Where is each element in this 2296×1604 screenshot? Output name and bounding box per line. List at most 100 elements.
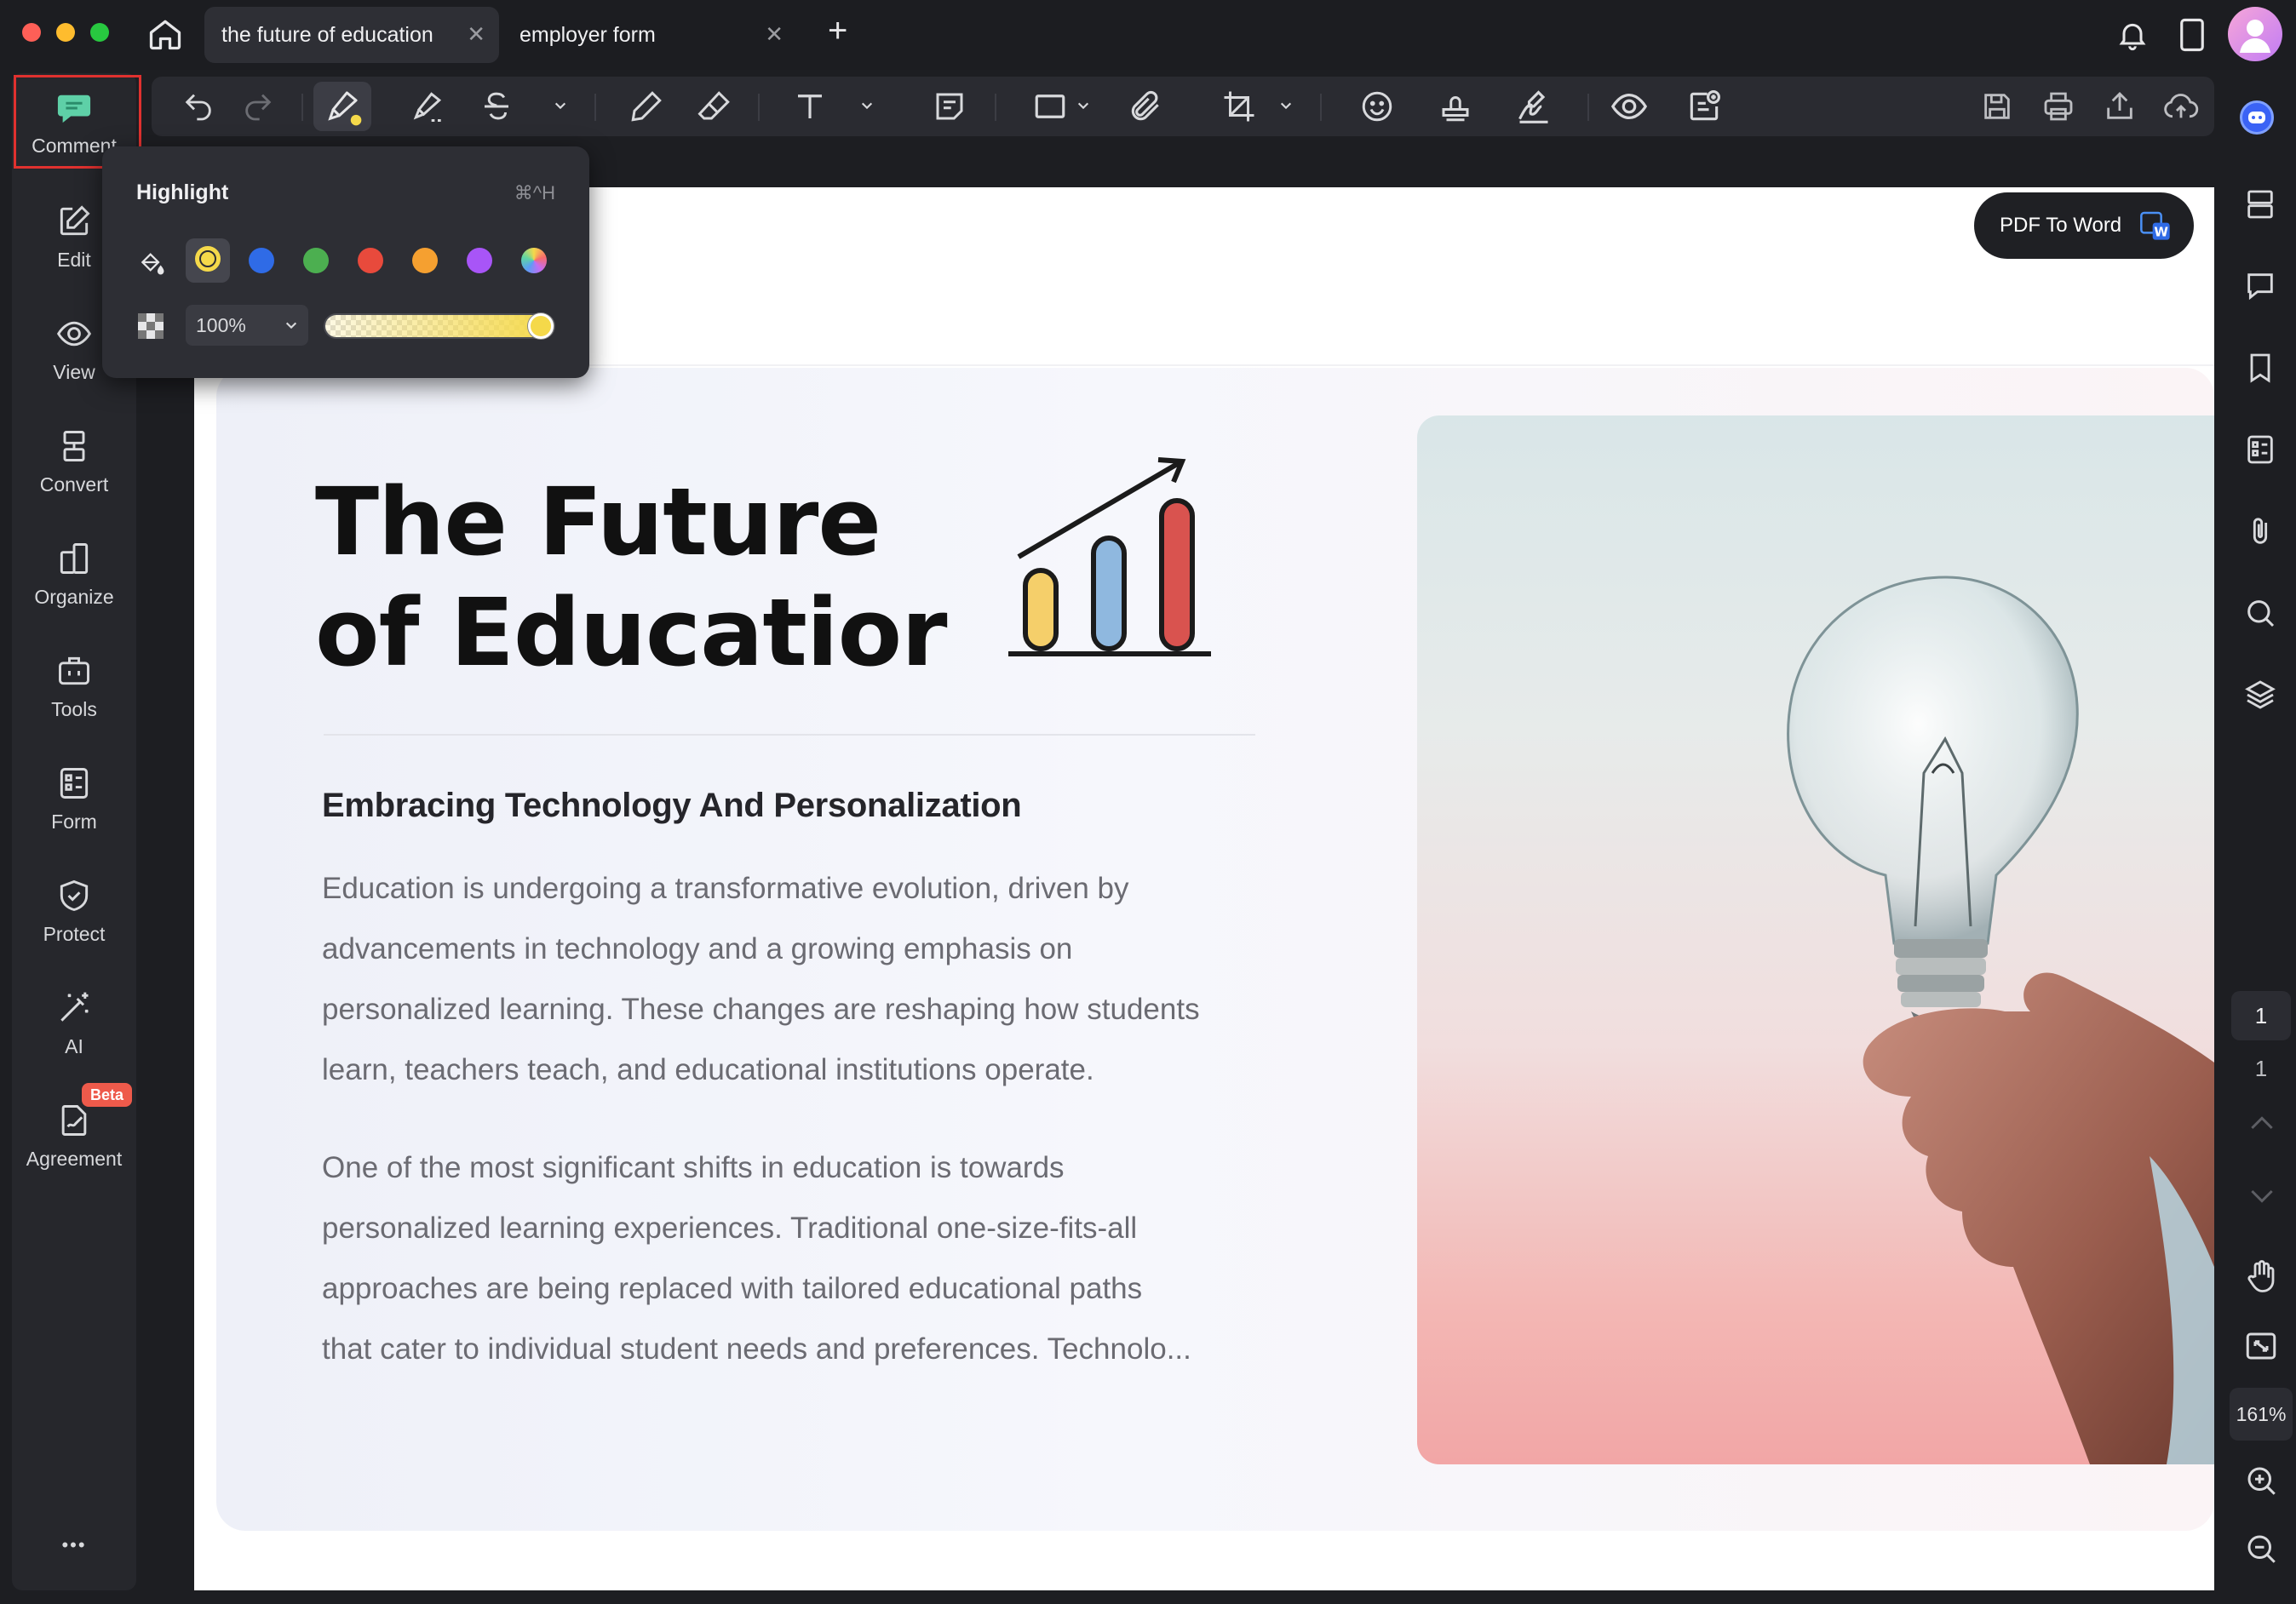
cloud-upload-icon[interactable]	[2160, 85, 2202, 128]
agreement-icon	[55, 1102, 93, 1139]
current-page-input[interactable]: 1	[2231, 991, 2291, 1040]
beta-badge: Beta	[82, 1083, 133, 1107]
sidebar-item-label: Tools	[51, 698, 97, 720]
color-swatch-orange[interactable]	[412, 248, 438, 273]
sidebar-item-convert[interactable]: Convert	[12, 419, 136, 519]
sidebar-item-label: Protect	[43, 923, 106, 945]
custom-color-picker[interactable]	[521, 248, 547, 273]
close-tab-icon[interactable]: ✕	[467, 21, 485, 48]
avatar[interactable]	[2228, 7, 2282, 61]
sidebar-item-label: View	[53, 361, 95, 383]
comments-panel-icon[interactable]	[2243, 269, 2277, 303]
chevron-down-icon[interactable]	[1076, 99, 1090, 112]
more-button[interactable]: •••	[12, 1534, 136, 1556]
tab-the-future-of-education[interactable]: the future of education ✕	[204, 7, 499, 63]
notification-bell-icon[interactable]	[2115, 17, 2150, 53]
redo-icon[interactable]	[237, 85, 279, 128]
chevron-down-icon[interactable]	[554, 99, 567, 112]
organize-icon	[55, 540, 93, 577]
chevron-up-icon[interactable]	[2245, 1107, 2279, 1141]
chevron-down-icon	[284, 318, 298, 332]
layers-icon[interactable]	[2243, 678, 2277, 712]
area-highlight-icon[interactable]	[407, 85, 450, 128]
highlight-tool-button[interactable]	[313, 82, 371, 131]
sidebar-item-label: Edit	[57, 249, 91, 271]
color-swatch-green[interactable]	[303, 248, 329, 273]
color-swatch-red[interactable]	[358, 248, 383, 273]
attachment-icon[interactable]	[1124, 85, 1167, 128]
undo-icon[interactable]	[177, 85, 220, 128]
page-layout-icon[interactable]	[2243, 187, 2277, 221]
zoom-window-button[interactable]	[90, 23, 109, 42]
pencil-icon[interactable]	[625, 85, 668, 128]
crop-measure-icon[interactable]	[1218, 85, 1260, 128]
text-line: that cater to individual student needs a…	[322, 1332, 1191, 1366]
chevron-down-icon[interactable]	[1279, 99, 1293, 112]
convert-icon	[55, 427, 93, 465]
tab-label: the future of education	[221, 22, 433, 47]
paragraph-1: Education is undergoing a transformative…	[322, 858, 1293, 1100]
opacity-slider[interactable]	[324, 313, 555, 339]
sidebar-item-ai[interactable]: AI	[12, 981, 136, 1081]
sidebar-item-label: Convert	[39, 473, 109, 496]
eraser-icon[interactable]	[693, 85, 736, 128]
device-icon[interactable]	[2177, 17, 2207, 53]
annotation-list-icon[interactable]	[1683, 85, 1725, 128]
sidebar-item-agreement[interactable]: Agreement	[12, 1093, 136, 1194]
new-tab-button[interactable]: +	[828, 12, 847, 50]
zoom-level[interactable]: 161%	[2230, 1388, 2293, 1441]
annotation-toolbar	[152, 77, 2214, 136]
search-icon[interactable]	[2243, 596, 2277, 630]
form-fields-icon[interactable]	[2243, 433, 2277, 467]
close-tab-icon[interactable]: ✕	[765, 21, 784, 48]
svg-text:W: W	[2155, 225, 2169, 240]
opacity-value: 100%	[196, 313, 246, 336]
chevron-down-icon[interactable]	[2245, 1178, 2279, 1212]
ai-assistant-icon[interactable]	[2240, 100, 2274, 135]
tab-employer-form[interactable]: employer form ✕	[502, 7, 797, 63]
save-icon[interactable]	[1976, 85, 2018, 128]
eye-icon	[55, 315, 93, 352]
stamp-icon[interactable]	[1434, 85, 1477, 128]
hide-annotations-eye-icon[interactable]	[1608, 85, 1650, 128]
text-line: learn, teachers teach, and educational i…	[322, 1053, 1094, 1086]
highlight-popover: Highlight ⌘^H 100%	[102, 146, 589, 378]
zoom-out-icon[interactable]	[2243, 1531, 2279, 1567]
pdf-to-word-button[interactable]: PDF To Word W	[1974, 192, 2194, 259]
share-icon[interactable]	[2098, 85, 2141, 128]
doc-title-line2: of Educatior	[315, 578, 947, 687]
strikethrough-icon[interactable]	[475, 85, 518, 128]
color-swatch-purple[interactable]	[467, 248, 492, 273]
minimize-window-button[interactable]	[56, 23, 75, 42]
opacity-select[interactable]: 100%	[186, 305, 308, 346]
growth-bar-chart-icon	[1008, 456, 1216, 666]
sidebar-item-protect[interactable]: Protect	[12, 868, 136, 969]
popover-title: Highlight	[136, 180, 229, 204]
hand-tool-icon[interactable]	[2243, 1258, 2279, 1294]
fit-page-icon[interactable]	[2243, 1328, 2279, 1364]
sticker-icon[interactable]	[1356, 85, 1398, 128]
signature-icon[interactable]	[1512, 85, 1555, 128]
lightbulb-hand-photo	[1417, 415, 2214, 1464]
sidebar-item-form[interactable]: Form	[12, 756, 136, 856]
opacity-slider-thumb[interactable]	[528, 313, 554, 339]
bookmark-icon[interactable]	[2243, 351, 2277, 385]
rectangle-icon[interactable]	[1029, 85, 1071, 128]
color-swatch-yellow[interactable]	[195, 246, 221, 272]
color-swatch-blue[interactable]	[249, 248, 274, 273]
total-pages: 1	[2254, 1056, 2268, 1081]
zoom-in-icon[interactable]	[2243, 1463, 2279, 1498]
sticky-note-icon[interactable]	[928, 85, 971, 128]
text-icon[interactable]	[789, 85, 831, 128]
attachments-panel-icon[interactable]	[2243, 514, 2277, 548]
close-window-button[interactable]	[22, 23, 41, 42]
sidebar-item-tools[interactable]: Tools	[12, 644, 136, 744]
home-icon[interactable]	[146, 15, 184, 53]
text-line: personalized learning experiences. Tradi…	[322, 1212, 1138, 1245]
sidebar-item-organize[interactable]: Organize	[12, 531, 136, 632]
tab-label: employer form	[519, 22, 656, 47]
print-icon[interactable]	[2037, 85, 2080, 128]
chevron-down-icon[interactable]	[860, 99, 874, 112]
doc-title-line1: The Future	[315, 467, 881, 576]
sidebar-item-label: Agreement	[26, 1148, 123, 1170]
